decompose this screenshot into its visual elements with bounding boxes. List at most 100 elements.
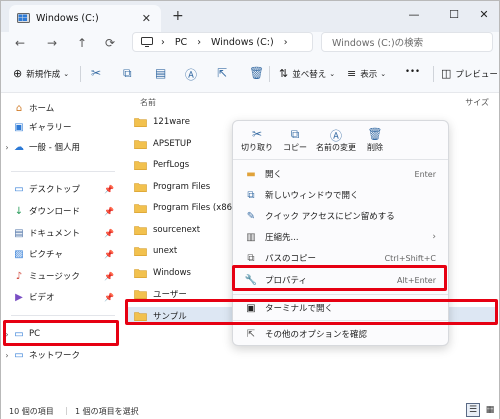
file-name: PerfLogs: [153, 160, 190, 170]
delete-icon[interactable]: 🗑: [249, 66, 264, 80]
sort-button[interactable]: ⇅ 並べ替え ⌄: [279, 67, 335, 80]
column-header-size[interactable]: サイズ: [465, 97, 489, 108]
forward-button[interactable]: →: [41, 34, 63, 52]
breadcrumb-windows-c[interactable]: Windows (C:): [211, 37, 274, 48]
tab-windows-c[interactable]: Windows (C:) ✕: [9, 5, 161, 32]
breadcrumb-sep: ›: [197, 36, 201, 48]
sidebar-item-pictures[interactable]: ▨ ピクチャ 📌: [1, 245, 121, 263]
more-button[interactable]: •••: [405, 67, 420, 77]
address-bar[interactable]: › PC › Windows (C:) ›: [132, 32, 313, 52]
share-icon[interactable]: ⇱: [217, 66, 227, 80]
view-label: 表示: [360, 69, 378, 80]
sidebar-item-label: ピクチャ: [29, 250, 63, 260]
new-label: 新規作成: [26, 69, 61, 80]
divider: [233, 159, 448, 160]
back-button[interactable]: ←: [9, 34, 31, 52]
chevron-down-icon: ⌄: [63, 69, 70, 78]
close-window-button[interactable]: ✕: [469, 4, 499, 24]
menu-item-open-new-window[interactable]: ⧉ 新しいウィンドウで開く: [233, 185, 448, 205]
divider: [233, 294, 448, 295]
sidebar-item-onedrive[interactable]: › ☁ 一般 - 個人用: [1, 138, 121, 156]
copy-icon[interactable]: ⧉: [123, 66, 132, 81]
highlight-sample-folder: [125, 299, 498, 325]
rename-label: 名前の変更: [316, 143, 356, 152]
rename-icon[interactable]: Ⓐ: [185, 66, 197, 83]
breadcrumb-sep: ›: [161, 36, 165, 48]
minimize-button[interactable]: —: [399, 4, 429, 24]
divider: [433, 66, 434, 82]
new-window-icon: ⧉: [247, 189, 255, 201]
file-name: APSETUP: [153, 138, 192, 149]
cut-icon[interactable]: ✂: [91, 66, 101, 80]
folder-icon: [134, 204, 147, 213]
explorer-window: Windows (C:) ✕ + — ☐ ✕ ← → ↑ ⟳ › PC › Wi…: [0, 0, 500, 419]
expand-chevron-icon[interactable]: ›: [1, 351, 13, 360]
home-icon: ⌂: [15, 102, 23, 114]
cut-label: 切り取り: [241, 143, 273, 152]
pin-icon: ✎: [246, 210, 256, 222]
details-view-icon[interactable]: ☰: [466, 403, 480, 417]
download-icon: ↓: [14, 205, 24, 217]
sidebar-item-desktop[interactable]: ▭ デスクトップ 📌: [1, 180, 121, 198]
folder-icon: [134, 268, 147, 278]
copy-path-icon: ⧉: [247, 252, 255, 264]
folder-icon: [134, 118, 147, 127]
pin-icon: 📌: [104, 271, 114, 281]
search-input[interactable]: Windows (C:)の検索: [321, 32, 493, 52]
chevron-down-icon: ⌄: [329, 69, 336, 78]
view-button[interactable]: ≡ 表示 ⌄: [347, 67, 386, 80]
refresh-button[interactable]: ⟳: [99, 34, 121, 52]
breadcrumb-pc[interactable]: PC: [175, 37, 187, 48]
sidebar-item-label: ビデオ: [29, 293, 55, 303]
menu-item-more-options[interactable]: ⇱ その他のオプションを確認: [233, 324, 448, 344]
tab-bar: Windows (C:) ✕ + — ☐ ✕: [1, 1, 499, 32]
column-header-name[interactable]: 名前: [140, 97, 156, 108]
sidebar-item-label: ホーム: [29, 104, 55, 114]
sidebar-item-label: デスクトップ: [29, 185, 81, 195]
sidebar-item-home[interactable]: ⌂ ホーム: [1, 99, 121, 117]
expand-chevron-icon[interactable]: ›: [1, 143, 13, 152]
tab-title: Windows (C:): [36, 13, 99, 24]
video-icon: ▶: [15, 291, 23, 303]
menu-item-label: 新しいウィンドウで開く: [265, 191, 359, 201]
paste-icon[interactable]: ▤: [155, 66, 166, 80]
navigation-pane: ⌂ ホーム ▣ ギャラリー › ☁ 一般 - 個人用 ▭ デスクトップ 📌 ↓ …: [1, 93, 122, 401]
document-icon: ▤: [14, 227, 24, 239]
desktop-icon: ▭: [14, 183, 24, 195]
delete-action[interactable]: 🗑 削除: [353, 127, 397, 153]
menu-item-label: 開く: [265, 170, 283, 180]
sidebar-item-music[interactable]: ♪ ミュージック 📌: [1, 267, 121, 285]
drive-icon: [17, 13, 30, 23]
folder-icon: [134, 290, 147, 299]
network-icon: ▭: [14, 349, 24, 361]
maximize-button[interactable]: ☐: [439, 4, 469, 24]
sidebar-item-videos[interactable]: ▶ ビデオ 📌: [1, 288, 121, 306]
navigation-bar: ← → ↑ ⟳ › PC › Windows (C:) › Windows (C…: [1, 32, 499, 54]
new-tab-button[interactable]: +: [172, 8, 184, 24]
menu-item-compress[interactable]: ▥ 圧縮先... ›: [233, 227, 448, 247]
menu-item-label: 圧縮先...: [265, 233, 299, 243]
search-placeholder: Windows (C:)の検索: [332, 38, 424, 49]
menu-item-pin-quick-access[interactable]: ✎ クイック アクセスにピン留めする: [233, 206, 448, 226]
menu-item-label: パスのコピー: [265, 254, 317, 264]
pin-icon: 📌: [104, 292, 114, 302]
file-name: Program Files: [153, 181, 211, 192]
sidebar-item-gallery[interactable]: ▣ ギャラリー: [1, 118, 121, 136]
menu-item-open[interactable]: ▬ 開く Enter: [233, 164, 448, 184]
sidebar-item-downloads[interactable]: ↓ ダウンロード 📌: [1, 202, 121, 220]
new-button[interactable]: ⊕ 新規作成 ⌄: [13, 67, 69, 80]
folder-open-icon: ▬: [246, 168, 256, 180]
preview-button[interactable]: ◫ プレビュー: [441, 67, 498, 80]
folder-icon: [134, 247, 147, 256]
preview-label: プレビュー: [455, 69, 498, 80]
tiles-view-icon[interactable]: ▦: [483, 403, 497, 417]
sidebar-item-network[interactable]: › ▭ ネットワーク: [1, 346, 121, 364]
folder-icon: [134, 225, 147, 235]
pin-icon: 📌: [104, 228, 114, 238]
folder-icon: [134, 161, 147, 170]
sidebar-item-documents[interactable]: ▤ ドキュメント 📌: [1, 224, 121, 242]
up-button[interactable]: ↑: [71, 34, 93, 52]
close-tab-icon[interactable]: ✕: [142, 12, 151, 25]
chevron-down-icon: ⌄: [380, 69, 387, 78]
folder-icon: [134, 139, 147, 149]
